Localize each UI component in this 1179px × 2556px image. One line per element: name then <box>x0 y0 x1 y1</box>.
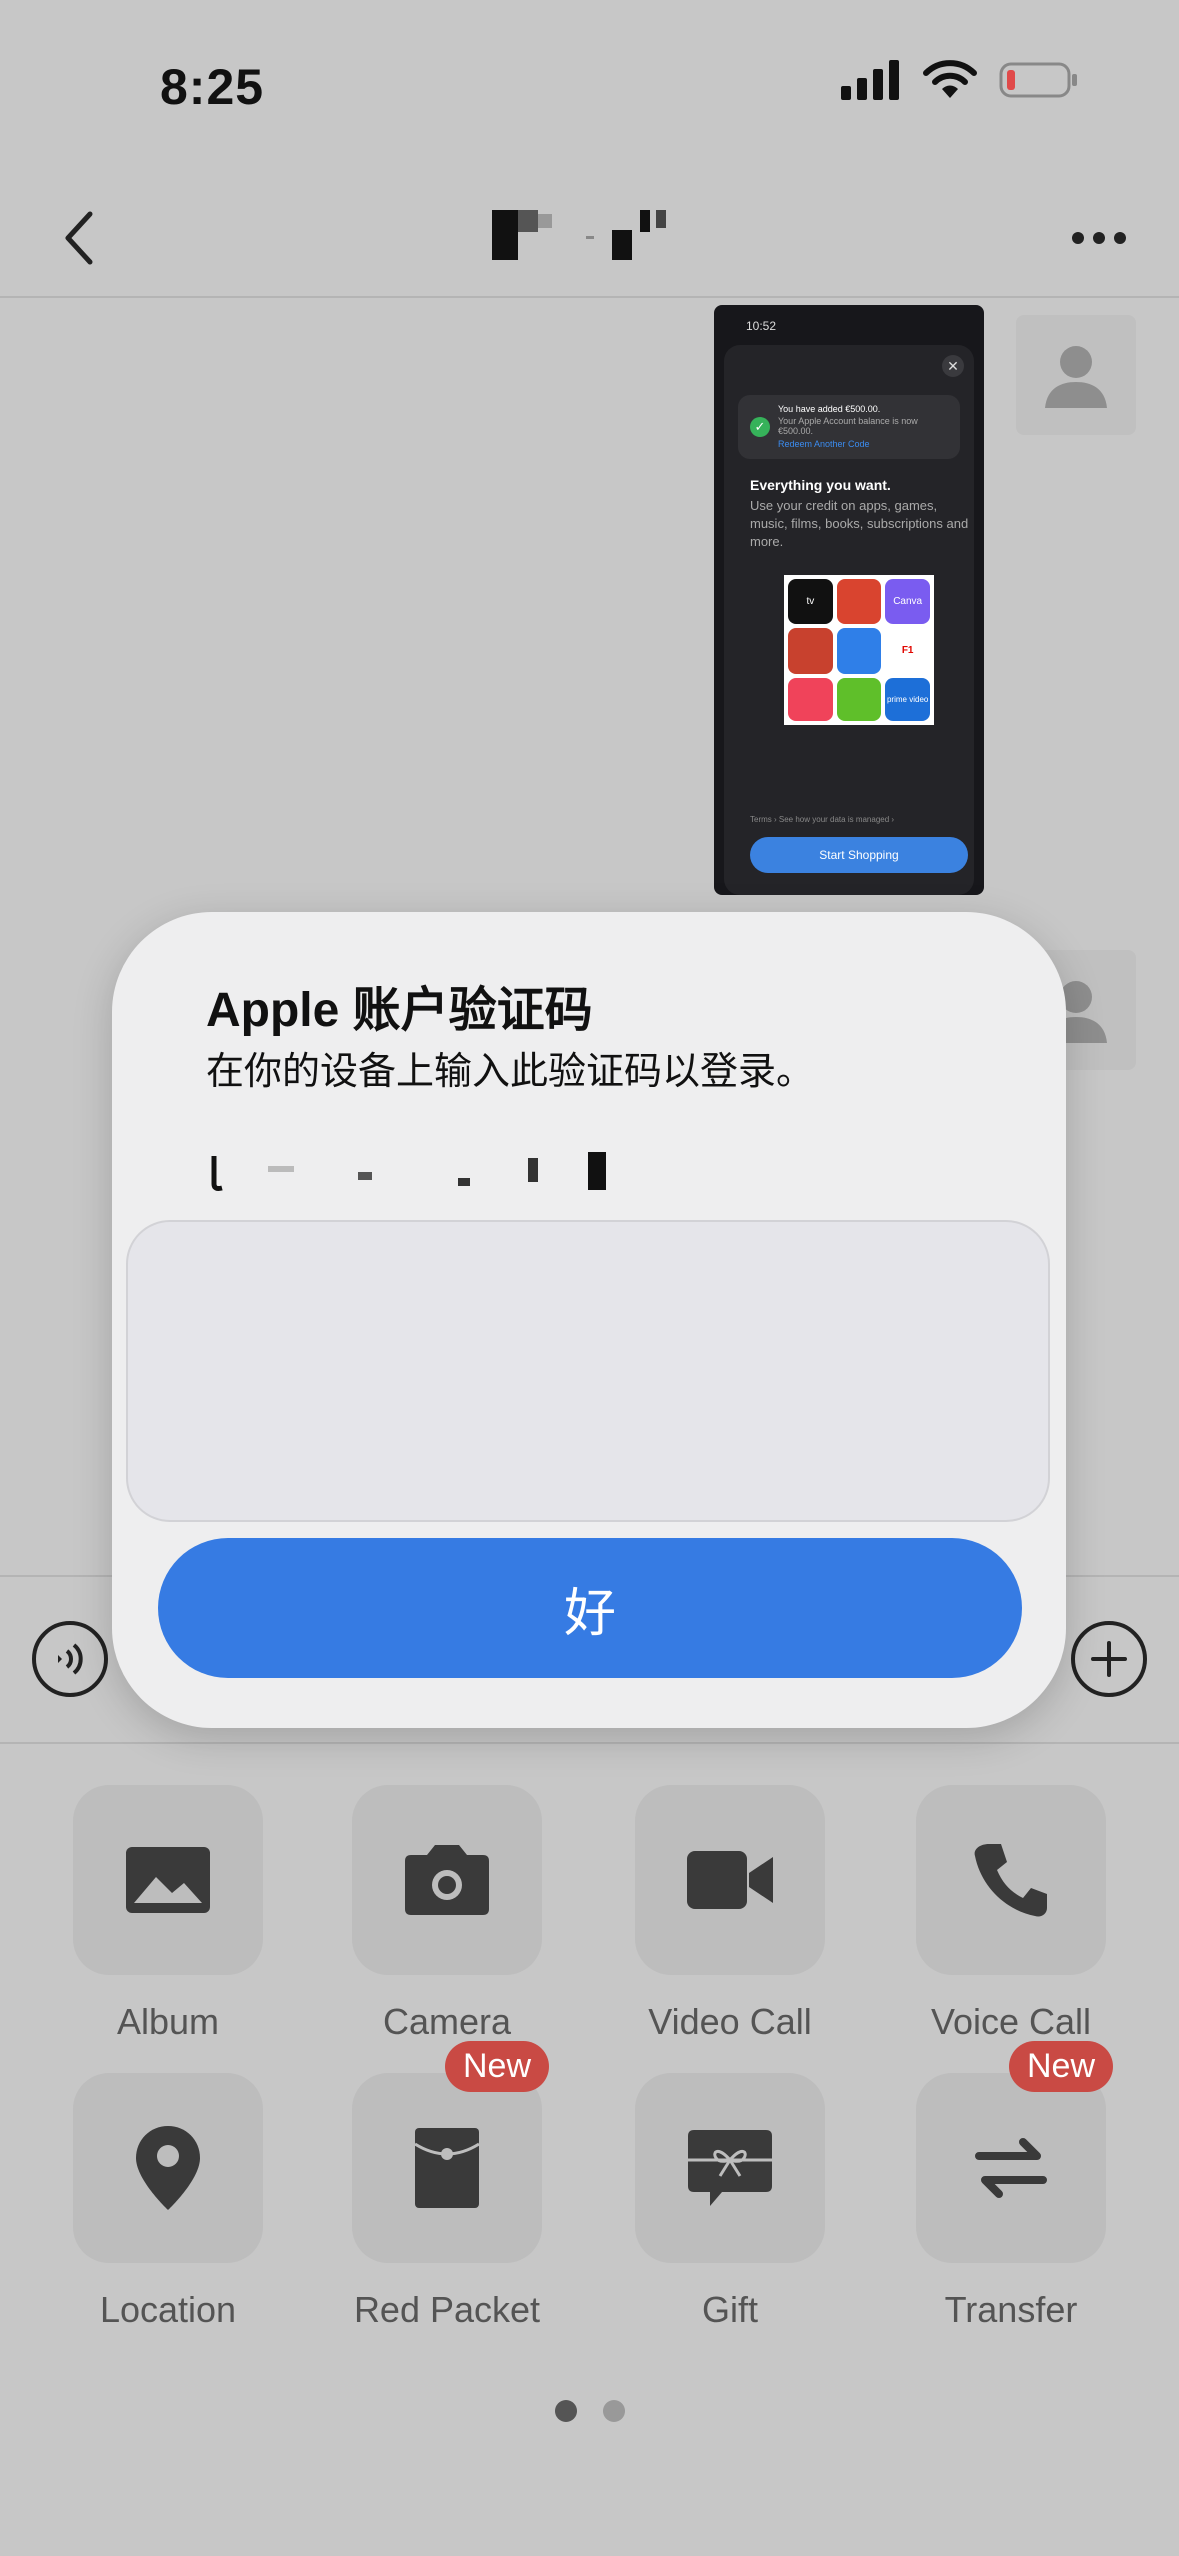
action-gift[interactable]: Gift <box>610 2073 850 2331</box>
video-camera-icon <box>687 1851 773 1909</box>
action-label: Camera <box>382 2001 512 2042</box>
action-voice-call[interactable]: Voice Call <box>891 1785 1131 2043</box>
action-tile[interactable] <box>73 1785 263 1975</box>
screenshot-body: Use your credit on apps, games, music, f… <box>750 498 969 549</box>
new-badge: New <box>445 2041 550 2092</box>
voice-input-button[interactable] <box>32 1621 108 1697</box>
action-album[interactable]: Album <box>48 1785 288 2043</box>
location-pin-icon <box>136 2126 200 2210</box>
battery-low-icon <box>999 62 1077 98</box>
image-icon <box>126 1847 210 1913</box>
screenshot-links: Terms › See how your data is managed › <box>750 815 895 824</box>
page-dot-active[interactable] <box>554 2400 577 2422</box>
action-label: Transfer <box>944 2289 1078 2330</box>
action-tile[interactable] <box>73 2073 263 2263</box>
transfer-arrows-icon <box>975 2138 1047 2198</box>
action-tile[interactable] <box>352 1785 542 1975</box>
sender-avatar[interactable] <box>1016 315 1136 435</box>
red-packet-icon <box>415 2128 479 2208</box>
game-app-icon <box>836 579 882 625</box>
screenshot-heading: Everything you want. <box>750 477 891 493</box>
action-label: Red Packet <box>353 2289 541 2330</box>
voice-wave-icon <box>58 1643 83 1675</box>
action-video-call[interactable]: Video Call <box>610 1785 850 2043</box>
plus-icon <box>1091 1641 1127 1677</box>
more-options-button[interactable] <box>1059 198 1139 278</box>
screenshot-sheet: ✕ ✓ You have added €500.00. Your Apple A… <box>724 345 974 895</box>
ok-button[interactable]: 好 <box>158 1538 1022 1678</box>
action-tile[interactable] <box>916 2073 1106 2263</box>
status-icons <box>841 60 1079 100</box>
action-camera[interactable]: Camera <box>327 1785 567 2043</box>
action-tile[interactable] <box>916 1785 1106 1975</box>
dialog-subtitle: 在你的设备上输入此验证码以登录。 <box>206 1051 815 1093</box>
close-icon: ✕ <box>942 355 964 377</box>
add-attachment-button[interactable] <box>1071 1621 1147 1697</box>
new-badge: New <box>1009 2041 1114 2092</box>
toast-title: You have added €500.00. <box>778 404 881 414</box>
phone-icon <box>974 1844 1047 1917</box>
f1-app-icon: F1 <box>885 628 930 674</box>
cellular-signal-icon <box>841 60 899 100</box>
canva-app-icon: Canva <box>885 579 930 625</box>
action-label: Gift <box>701 2289 758 2330</box>
checkmark-icon: ✓ <box>750 417 770 437</box>
toast-body: Your Apple Account balance is now €500.0… <box>778 416 918 436</box>
nav-bar <box>0 180 1179 298</box>
action-tile[interactable] <box>352 2073 542 2263</box>
ellipsis-icon <box>1072 232 1126 244</box>
camera-icon <box>405 1845 489 1915</box>
app-icon-grid: tv Canva F1 prime video <box>784 575 934 725</box>
action-location[interactable]: Location <box>48 2073 288 2331</box>
wifi-icon <box>923 60 977 98</box>
action-red-packet[interactable]: New Red Packet <box>327 2041 567 2331</box>
prime-video-app-icon: prime video <box>885 677 930 721</box>
action-tile[interactable] <box>635 2073 825 2263</box>
action-transfer[interactable]: New Transfer <box>891 2041 1131 2331</box>
app-store-icon <box>836 628 882 674</box>
redacted-verification-code <box>211 1152 606 1191</box>
page-indicator <box>0 2400 1179 2422</box>
toast-link: Redeem Another Code <box>778 439 870 449</box>
action-label: Album <box>116 2001 220 2042</box>
back-button[interactable] <box>40 198 120 278</box>
candy-game-app-icon <box>788 628 833 674</box>
verification-code-dialog: Apple 账户验证码 在你的设备上输入此验证码以登录。 好 <box>112 912 1066 1728</box>
person-icon <box>1045 346 1107 408</box>
duolingo-app-icon <box>836 677 882 721</box>
action-tile[interactable] <box>635 1785 825 1975</box>
screenshot-message[interactable]: 10:52 ✕ ✓ You have added €500.00. Your A… <box>714 305 984 895</box>
start-shopping-button: Start Shopping <box>750 837 968 873</box>
apple-tv-app-icon: tv <box>788 579 833 625</box>
dialog-title: Apple 账户验证码 <box>206 984 593 1037</box>
music-app-icon <box>788 677 833 721</box>
chevron-left-icon <box>65 211 93 265</box>
gift-icon <box>688 2130 772 2206</box>
screenshot-toast: ✓ You have added €500.00. Your Apple Acc… <box>738 395 960 459</box>
page-dot[interactable] <box>602 2400 625 2422</box>
redacted-contact-name <box>492 210 666 260</box>
status-time: 8:25 <box>160 59 265 115</box>
verification-code-field[interactable] <box>126 1220 1050 1522</box>
action-label: Video Call <box>648 2001 812 2042</box>
action-label: Voice Call <box>930 2001 1092 2042</box>
action-label: Location <box>99 2289 237 2330</box>
screenshot-time: 10:52 <box>746 319 777 333</box>
